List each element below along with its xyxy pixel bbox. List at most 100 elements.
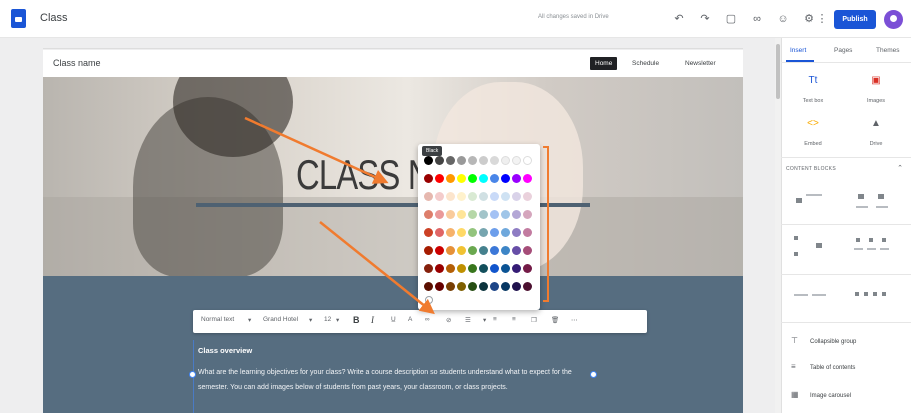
color-swatch[interactable] [512,192,521,201]
resize-handle-left[interactable] [189,371,196,378]
color-swatch[interactable] [512,210,521,219]
italic-button[interactable]: I [371,315,374,325]
delete-icon[interactable]: 🗑 [551,316,559,324]
undo-icon[interactable]: ↶ [672,12,686,26]
layout-card[interactable] [852,232,890,262]
tab-themes[interactable]: Themes [876,47,899,54]
color-swatch[interactable] [435,156,444,165]
color-swatch[interactable] [501,210,510,219]
color-swatch[interactable] [435,282,444,291]
color-swatch[interactable] [435,246,444,255]
font-size-select[interactable]: 12 [324,316,331,323]
color-swatch[interactable] [424,264,433,273]
color-swatch[interactable] [501,192,510,201]
color-swatch[interactable] [479,282,488,291]
color-swatch[interactable] [424,192,433,201]
color-swatch[interactable] [501,228,510,237]
color-swatch[interactable] [523,246,532,255]
add-editor-icon[interactable]: ☺ [776,12,790,26]
color-swatch[interactable] [512,174,521,183]
font-select[interactable]: Grand Hotel [263,316,298,323]
color-swatch[interactable] [523,156,532,165]
color-swatch[interactable] [490,228,499,237]
color-swatch[interactable] [424,156,433,165]
chevron-down-icon[interactable]: ▾ [309,316,312,324]
site-header[interactable]: Class name Home Schedule Newsletter [43,50,743,77]
color-swatch[interactable] [501,174,510,183]
site-document-title[interactable]: Class [40,12,68,24]
color-swatch[interactable] [446,282,455,291]
color-swatch[interactable] [446,228,455,237]
settings-icon[interactable]: ⚙ [802,12,816,26]
chevron-down-icon[interactable]: ▾ [483,316,486,324]
color-swatch[interactable] [523,192,532,201]
more-vert-icon[interactable]: ⋮ [815,12,829,26]
color-swatch[interactable] [424,282,433,291]
more-options-icon[interactable]: ⋯ [571,316,578,324]
color-swatch[interactable] [468,192,477,201]
color-swatch[interactable] [501,156,510,165]
color-swatch[interactable] [479,174,488,183]
insert-embed[interactable]: <> Embed [793,118,833,150]
redo-icon[interactable]: ↷ [698,12,712,26]
color-swatch[interactable] [435,192,444,201]
color-swatch[interactable] [435,210,444,219]
overview-text[interactable]: What are the learning objectives for you… [198,365,593,395]
chevron-down-icon[interactable]: ▾ [248,316,251,324]
color-swatch[interactable] [457,156,466,165]
numbered-list-icon[interactable]: ≡ [493,316,497,323]
custom-color-add-icon[interactable] [425,296,433,304]
layout-card[interactable] [852,282,890,312]
color-swatch[interactable] [512,282,521,291]
color-swatch[interactable] [446,174,455,183]
layout-card[interactable] [792,282,830,312]
color-swatch[interactable] [457,282,466,291]
chevron-up-icon[interactable]: ⌃ [893,162,907,176]
color-swatch[interactable] [490,210,499,219]
publish-button[interactable]: Publish [834,10,876,29]
color-swatch[interactable] [435,264,444,273]
color-swatch[interactable] [446,246,455,255]
text-style-select[interactable]: Normal text [201,316,234,323]
color-swatch[interactable] [446,264,455,273]
color-swatch[interactable] [479,156,488,165]
color-swatch[interactable] [468,174,477,183]
color-swatch[interactable] [424,246,433,255]
color-swatch[interactable] [479,228,488,237]
sites-logo-icon[interactable] [11,9,26,28]
color-swatch[interactable] [501,264,510,273]
color-swatch[interactable] [479,192,488,201]
color-swatch[interactable] [446,192,455,201]
color-swatch[interactable] [512,264,521,273]
color-swatch[interactable] [490,156,499,165]
color-swatch[interactable] [468,210,477,219]
nav-item-newsletter[interactable]: Newsletter [680,57,721,70]
color-swatch[interactable] [468,156,477,165]
color-swatch[interactable] [457,246,466,255]
color-swatch[interactable] [490,174,499,183]
tab-insert[interactable]: Insert [790,47,806,54]
insert-text-box[interactable]: Tt Text box [793,75,833,107]
color-swatch[interactable] [490,246,499,255]
color-swatch[interactable] [523,264,532,273]
color-swatch[interactable] [512,156,521,165]
nav-item-home[interactable]: Home [590,57,618,70]
color-swatch[interactable] [457,192,466,201]
chevron-down-icon[interactable]: ▾ [336,316,339,324]
account-avatar[interactable] [884,10,903,29]
bulleted-list-icon[interactable]: ≡ [512,316,516,323]
color-swatch[interactable] [523,282,532,291]
color-swatch[interactable] [479,264,488,273]
color-swatch[interactable] [424,174,433,183]
color-swatch[interactable] [490,192,499,201]
site-name[interactable]: Class name [53,58,101,68]
color-swatch[interactable] [424,210,433,219]
nav-item-schedule[interactable]: Schedule [627,57,664,70]
remove-format-icon[interactable]: ⊘ [446,316,451,324]
align-icon[interactable]: ☰ [465,316,471,324]
color-swatch[interactable] [457,228,466,237]
color-swatch[interactable] [523,210,532,219]
color-swatch[interactable] [479,210,488,219]
bold-button[interactable]: B [353,315,360,325]
duplicate-icon[interactable]: ❐ [531,316,537,324]
